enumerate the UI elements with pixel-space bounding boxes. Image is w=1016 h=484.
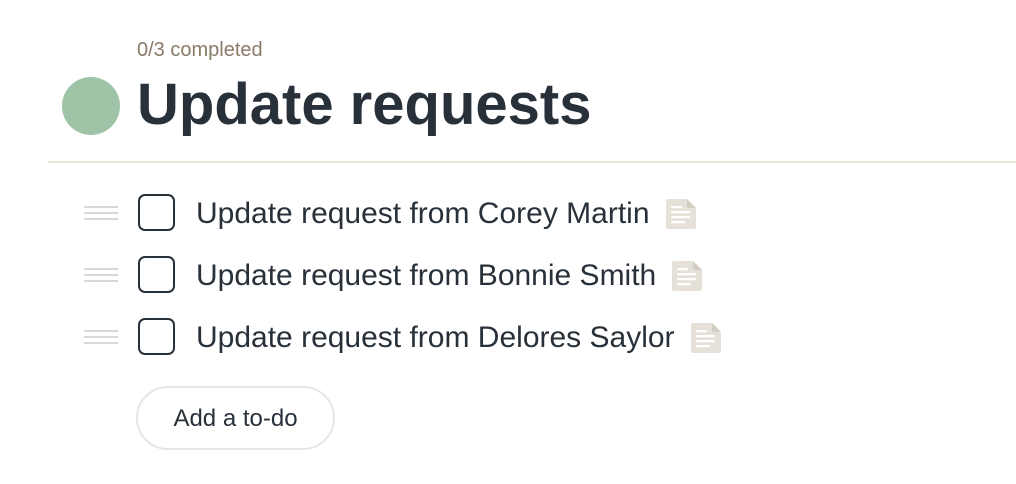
todo-item[interactable]: Update request from Bonnie Smith xyxy=(0,245,1016,307)
add-todo-button[interactable]: Add a to-do xyxy=(136,386,335,450)
header-divider xyxy=(48,161,1016,163)
todo-checkbox[interactable] xyxy=(138,256,175,293)
todo-item[interactable]: Update request from Delores Saylor xyxy=(0,307,1016,369)
todo-checkbox[interactable] xyxy=(138,194,175,231)
drag-handle-icon[interactable] xyxy=(84,206,118,222)
todo-label[interactable]: Update request from Delores Saylor xyxy=(196,320,675,356)
note-icon[interactable] xyxy=(664,197,698,231)
note-icon[interactable] xyxy=(689,321,723,355)
list-title: Update requests xyxy=(137,72,592,137)
todo-label[interactable]: Update request from Corey Martin xyxy=(196,196,650,232)
drag-handle-icon[interactable] xyxy=(84,268,118,284)
todo-checkbox[interactable] xyxy=(138,318,175,355)
drag-handle-icon[interactable] xyxy=(84,330,118,346)
todo-label[interactable]: Update request from Bonnie Smith xyxy=(196,258,656,294)
note-icon[interactable] xyxy=(670,259,704,293)
todo-list: Update request from Corey Martin Update … xyxy=(0,183,1016,369)
todo-list-page: 0/3 completed Update requests Update req… xyxy=(0,0,1016,484)
progress-text: 0/3 completed xyxy=(137,39,263,61)
todo-item[interactable]: Update request from Corey Martin xyxy=(0,183,1016,245)
list-status-icon xyxy=(62,77,120,135)
